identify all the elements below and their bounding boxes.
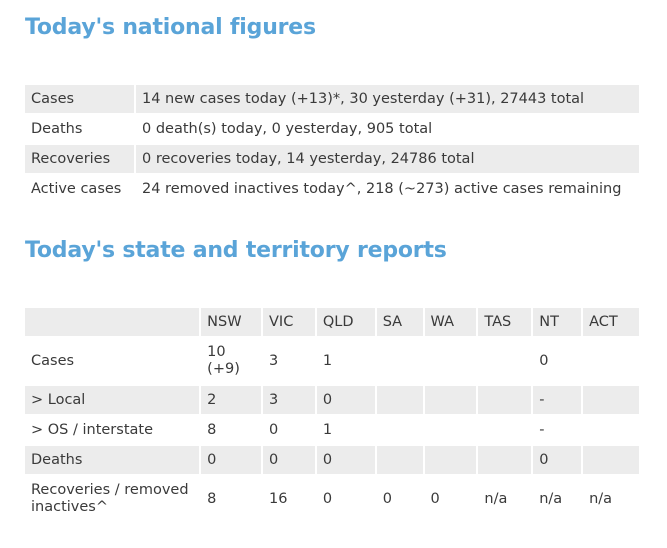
cell-vic: 0 — [263, 446, 315, 474]
header-cell-nt: NT — [533, 308, 582, 336]
cell-sa — [376, 386, 423, 414]
cell-nsw: 8 — [207, 422, 217, 438]
national-value: 0 death(s) today, 0 yesterday, 905 total — [142, 121, 433, 137]
state-reports-table: NSW VIC QLD SA WA TAS NT ACT Cases 10 (+… — [23, 306, 641, 524]
header-cell-sa: SA — [376, 308, 423, 336]
cell-nsw: 2 — [201, 386, 262, 414]
cell-wa — [424, 446, 477, 474]
state-row-deaths: Deaths 0 0 0 0 — [25, 446, 639, 474]
cell-vic: 3 — [263, 386, 315, 414]
cell-nsw: 0 — [201, 446, 262, 474]
cell-wa — [425, 338, 477, 384]
state-header-row: NSW VIC QLD SA WA TAS NT ACT — [25, 308, 639, 336]
row-label: Cases — [31, 353, 75, 369]
header-cell-tas: TAS — [478, 308, 532, 336]
cell-tas: n/a — [484, 491, 508, 507]
cell-vic: 16 — [269, 491, 288, 507]
state-row-cases: Cases 10 (+9) 3 1 0 — [25, 338, 639, 384]
cell-nt: n/a — [539, 491, 563, 507]
cell-wa — [425, 416, 477, 444]
row-label: Recoveries / removed inactives^ — [31, 482, 189, 515]
cell-qld: 0 — [322, 491, 333, 507]
national-row-recoveries: Recoveries 0 recoveries today, 14 yester… — [25, 145, 639, 173]
cell-qld: 0 — [316, 386, 375, 414]
cell-qld: 1 — [322, 422, 333, 438]
national-value: 24 removed inactives today^, 218 (~273) … — [142, 181, 622, 197]
cell-tas — [478, 446, 532, 474]
cell-nt: - — [539, 422, 545, 438]
cell-qld: 0 — [316, 446, 375, 474]
cell-nt: - — [533, 386, 582, 414]
cell-tas — [478, 416, 531, 444]
header-cell-nsw: NSW — [201, 308, 262, 336]
national-value: 0 recoveries today, 14 yesterday, 24786 … — [136, 145, 639, 173]
national-row-deaths: Deaths 0 death(s) today, 0 yesterday, 90… — [25, 115, 639, 143]
cell-act — [583, 446, 639, 474]
cell-sa — [377, 416, 423, 444]
national-label: Active cases — [31, 181, 122, 197]
national-value: 14 new cases today (+13)*, 30 yesterday … — [136, 85, 639, 113]
state-row-recoveries: Recoveries / removed inactives^ 8 16 0 0… — [25, 476, 639, 522]
cell-wa — [424, 386, 477, 414]
cell-nt: 0 — [533, 446, 582, 474]
cell-tas — [478, 386, 532, 414]
header-cell-wa: WA — [424, 308, 477, 336]
cell-nsw: 8 — [207, 491, 217, 507]
cell-act — [583, 338, 639, 384]
header-cell-vic: VIC — [263, 308, 315, 336]
state-reports-heading: Today's state and territory reports — [25, 238, 447, 263]
cell-act: n/a — [589, 491, 613, 507]
national-row-cases: Cases 14 new cases today (+13)*, 30 yest… — [25, 85, 639, 113]
header-cell-act: ACT — [583, 308, 639, 336]
cell-nt: 0 — [539, 353, 549, 369]
header-cell-blank — [25, 308, 200, 336]
national-label: Deaths — [31, 121, 83, 137]
row-label: Deaths — [25, 446, 200, 474]
cell-sa — [376, 446, 423, 474]
national-figures-heading: Today's national figures — [25, 15, 316, 40]
cell-wa: 0 — [430, 491, 440, 507]
state-row-os-interstate: > OS / interstate 8 0 1 - — [25, 416, 639, 444]
header-cell-qld: QLD — [316, 308, 375, 336]
national-figures-table: Cases 14 new cases today (+13)*, 30 yest… — [23, 83, 641, 205]
national-label: Cases — [25, 85, 134, 113]
national-row-active-cases: Active cases 24 removed inactives today^… — [25, 175, 639, 203]
cell-act — [583, 416, 639, 444]
cell-qld: 1 — [322, 353, 333, 369]
cell-nsw: 10 (+9) — [207, 344, 240, 377]
cell-sa: 0 — [382, 491, 392, 507]
cell-sa — [377, 338, 423, 384]
cell-vic: 3 — [269, 353, 279, 369]
row-label: > OS / interstate — [31, 422, 153, 438]
national-label: Recoveries — [25, 145, 134, 173]
cell-act — [583, 386, 639, 414]
row-label: > Local — [25, 386, 200, 414]
state-row-local: > Local 2 3 0 - — [25, 386, 639, 414]
cell-vic: 0 — [269, 422, 279, 438]
cell-tas — [478, 338, 531, 384]
